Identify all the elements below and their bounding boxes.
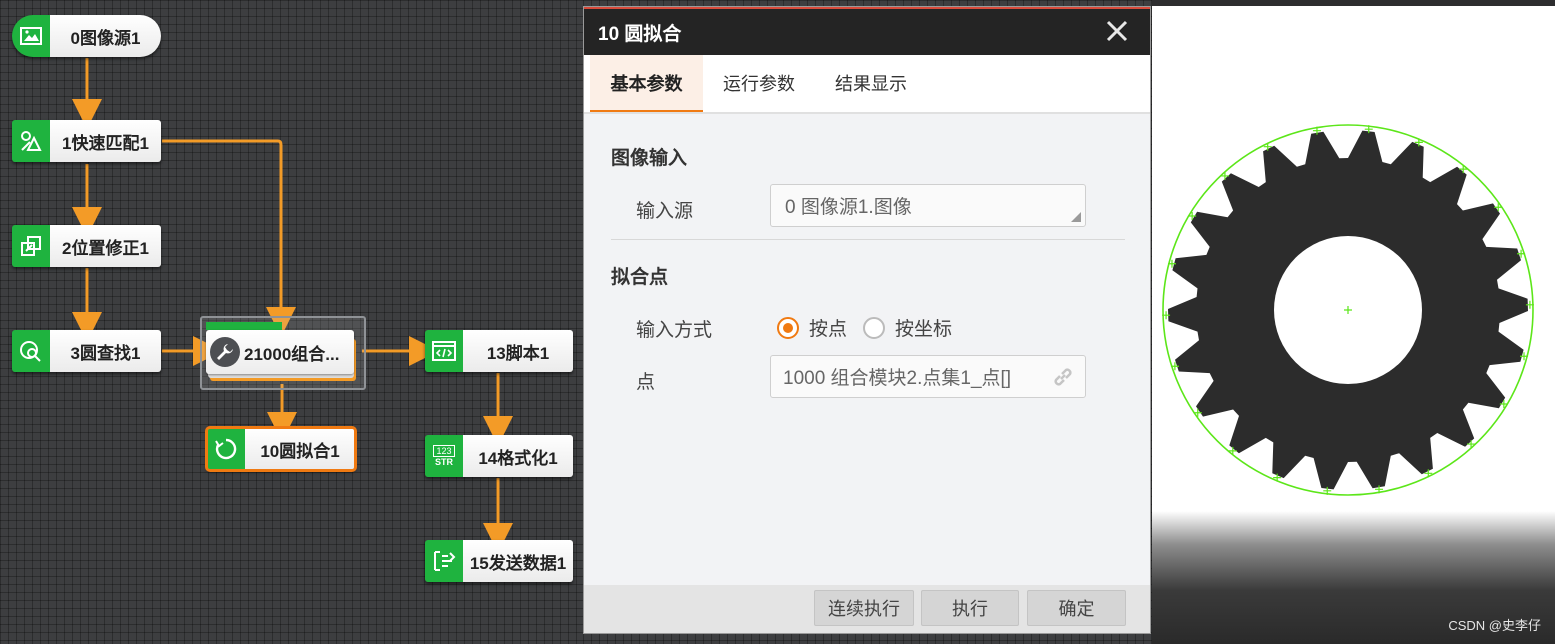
- radio-label: 按坐标: [895, 319, 953, 340]
- radio-by-point[interactable]: 按点: [777, 314, 847, 341]
- circle-search-icon: [12, 330, 50, 372]
- format-icon-bottom: STR: [435, 457, 453, 467]
- circle-fit-icon: [207, 428, 245, 470]
- node-label: 10圆拟合1: [245, 428, 355, 470]
- node-circle-fit[interactable]: 10圆拟合1: [205, 426, 357, 472]
- node-label: 1快速匹配1: [50, 120, 161, 162]
- wrench-icon: [210, 337, 240, 367]
- node-label: 21000组合...: [244, 344, 340, 364]
- dialog-titlebar[interactable]: 10 圆拟合: [584, 7, 1150, 55]
- input-source-label: 输入源: [636, 201, 694, 222]
- dialog-body: 图像输入 输入源 0 图像源1.图像 拟合点 输入方式 按点 按坐标 点 100…: [584, 113, 1150, 585]
- send-data-icon: [425, 540, 463, 582]
- wire-1-combo: [162, 139, 296, 337]
- format-icon-top: 123: [433, 445, 455, 457]
- dialog-tabs: 基本参数 运行参数 结果显示: [584, 55, 1150, 114]
- input-source-value: 0 图像源1.图像: [785, 197, 912, 218]
- input-mode-label: 输入方式: [636, 320, 713, 341]
- dropdown-corner-icon: [1071, 212, 1081, 222]
- input-source-select[interactable]: 0 图像源1.图像: [770, 184, 1086, 227]
- points-label: 点: [636, 372, 656, 393]
- shape-match-icon: [12, 120, 50, 162]
- node-format[interactable]: 123 STR 14格式化1: [425, 435, 573, 477]
- tab-run-params[interactable]: 运行参数: [703, 55, 815, 110]
- node-label: 2位置修正1: [50, 225, 161, 267]
- circle-fit-dialog[interactable]: 10 圆拟合 基本参数 运行参数 结果显示 图像输入 输入源 0 图像源1.图像…: [583, 6, 1151, 634]
- node-fast-match[interactable]: 1快速匹配1: [12, 120, 161, 162]
- section-title-image-input: 图像输入: [611, 148, 688, 169]
- image-view[interactable]: CSDN @史李仔: [1152, 6, 1555, 644]
- node-send-data[interactable]: 15发送数据1: [425, 540, 573, 582]
- image-icon: [12, 15, 50, 57]
- points-value: 1000 组合模块2.点集1_点[]: [783, 368, 1012, 389]
- close-icon[interactable]: [1104, 18, 1130, 44]
- link-icon[interactable]: [1051, 365, 1075, 389]
- position-fix-icon: [12, 225, 50, 267]
- tab-basic-params[interactable]: 基本参数: [590, 55, 703, 112]
- script-icon: [425, 330, 463, 372]
- continuous-run-button[interactable]: 连续执行: [814, 590, 914, 626]
- dialog-title: 10 圆拟合: [598, 23, 682, 45]
- run-button[interactable]: 执行: [921, 590, 1019, 626]
- flow-canvas[interactable]: 0图像源1 1快速匹配1 2位置修正1 3圆查找1 21000组合... 10圆…: [0, 0, 583, 644]
- radio-circle: [863, 316, 885, 339]
- tab-result-display[interactable]: 结果显示: [815, 55, 927, 110]
- radio-label: 按点: [809, 319, 848, 340]
- section-divider: [611, 239, 1125, 240]
- node-script[interactable]: 13脚本1: [425, 330, 573, 372]
- node-label: 0图像源1: [50, 15, 161, 57]
- watermark: CSDN @史李仔: [1448, 618, 1541, 633]
- dialog-footer: 连续执行 执行 确定: [584, 585, 1150, 633]
- node-image-source[interactable]: 0图像源1: [12, 15, 161, 57]
- node-label: 13脚本1: [463, 330, 573, 372]
- points-input[interactable]: 1000 组合模块2.点集1_点[]: [770, 355, 1086, 398]
- format-icon: 123 STR: [425, 435, 463, 477]
- node-circle-find[interactable]: 3圆查找1: [12, 330, 161, 372]
- ok-button[interactable]: 确定: [1027, 590, 1126, 626]
- radio-circle: [777, 316, 799, 339]
- node-combo-module[interactable]: 21000组合...: [200, 316, 366, 390]
- radio-by-coordinate[interactable]: 按坐标: [863, 314, 952, 341]
- node-position-fix[interactable]: 2位置修正1: [12, 225, 161, 267]
- node-label: 3圆查找1: [50, 330, 161, 372]
- gear-image: [1152, 6, 1555, 644]
- section-title-fit-points: 拟合点: [611, 267, 669, 288]
- node-label: 14格式化1: [463, 435, 573, 477]
- node-label: 15发送数据1: [463, 540, 573, 582]
